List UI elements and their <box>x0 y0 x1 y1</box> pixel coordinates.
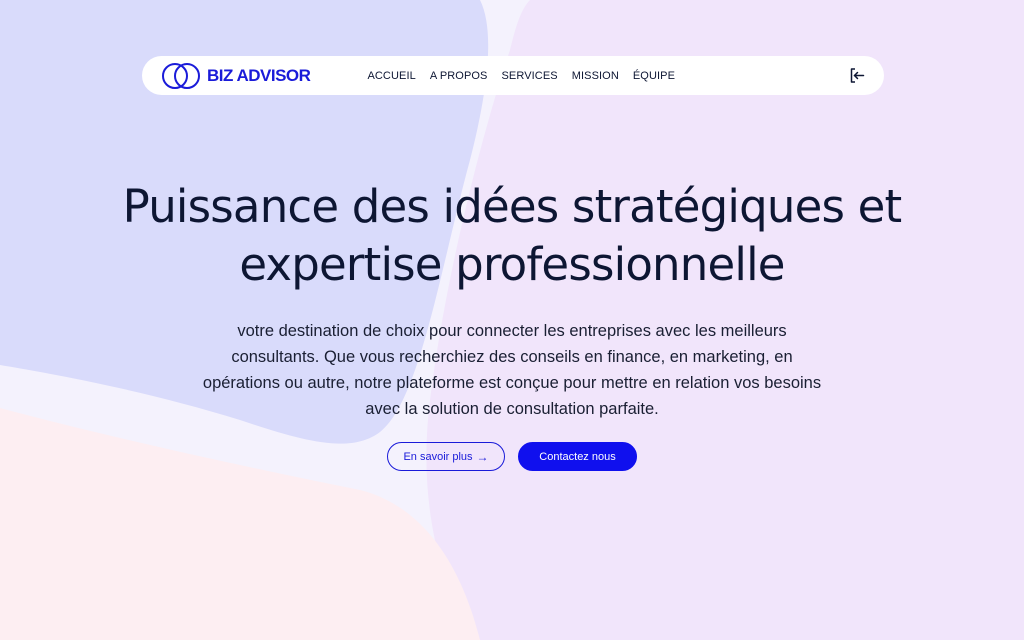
brand-logo[interactable]: BIZ ADVISOR <box>161 56 311 95</box>
nav-item-services[interactable]: SERVICES <box>501 70 557 82</box>
brand-name: BIZ ADVISOR <box>207 65 311 85</box>
nav-item-equipe[interactable]: ÉQUIPE <box>633 70 675 82</box>
hero-section: Puissance des idées stratégiques et expe… <box>0 178 1024 471</box>
nav-item-accueil[interactable]: ACCUEIL <box>367 70 415 82</box>
login-icon[interactable] <box>849 67 866 84</box>
hero-title: Puissance des idées stratégiques et expe… <box>122 180 902 291</box>
learn-more-button[interactable]: En savoir plus → <box>387 442 505 471</box>
hero-subtitle: votre destination de choix pour connecte… <box>202 322 822 418</box>
nav-item-mission[interactable]: MISSION <box>572 70 619 82</box>
main-menu: ACCUEIL A PROPOS SERVICES MISSION ÉQUIPE <box>367 70 689 82</box>
arrow-right-icon: → <box>476 449 489 464</box>
cta-group: En savoir plus → Contactez nous <box>0 442 1024 471</box>
logo-rings-icon <box>162 62 200 89</box>
contact-label: Contactez nous <box>539 450 616 463</box>
learn-more-label: En savoir plus <box>403 450 473 463</box>
nav-item-a-propos[interactable]: A PROPOS <box>430 70 488 82</box>
contact-button[interactable]: Contactez nous <box>518 442 637 471</box>
navbar: BIZ ADVISOR ACCUEIL A PROPOS SERVICES MI… <box>142 56 884 95</box>
